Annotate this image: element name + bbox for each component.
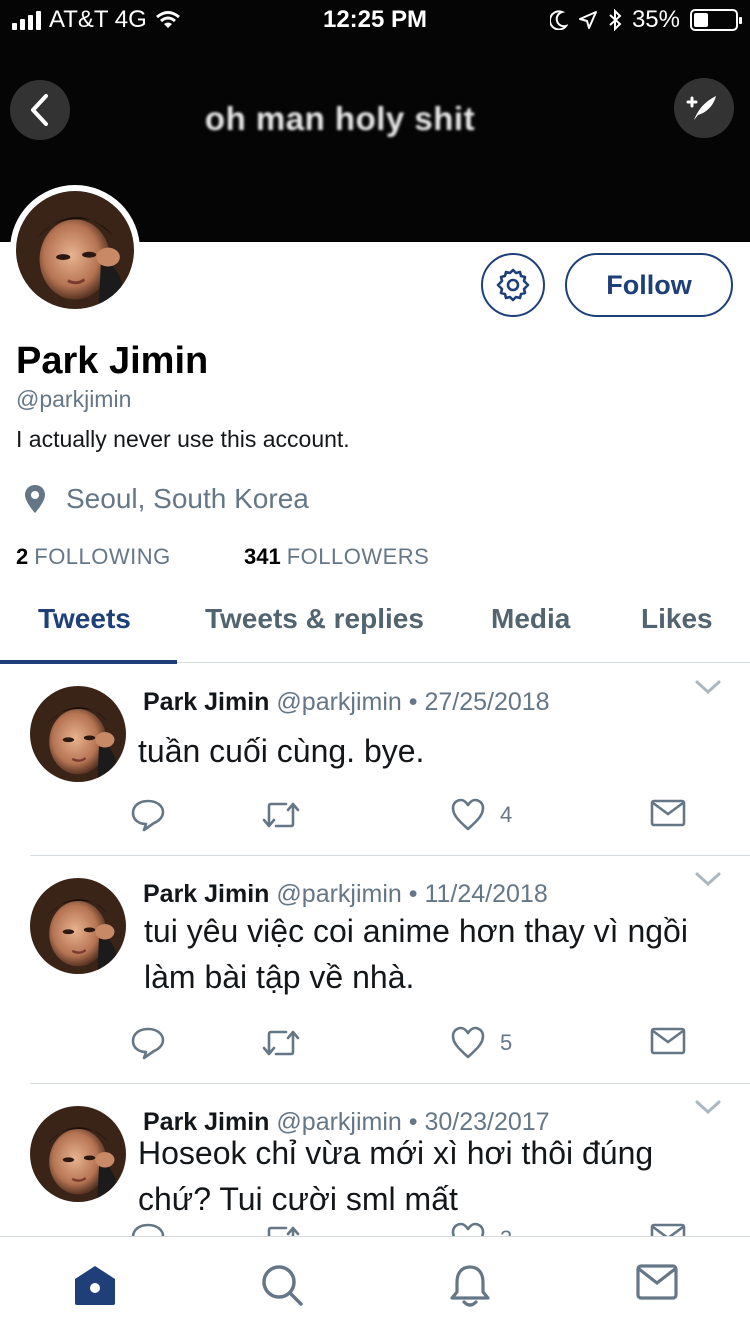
retweet-icon [262, 802, 300, 828]
battery-icon [690, 9, 742, 31]
follow-button[interactable]: Follow [565, 253, 733, 317]
like-button[interactable]: 3 [450, 1222, 512, 1236]
tweet-item[interactable]: Park Jimin @parkjimin • 27/25/2018 tuần … [0, 664, 750, 856]
envelope-icon [650, 1223, 686, 1236]
location-pin-icon [25, 485, 45, 513]
battery-percent: 35% [631, 6, 680, 33]
retweet-button[interactable] [260, 798, 302, 832]
tab-tweets[interactable]: Tweets [38, 603, 131, 635]
chevron-down-icon[interactable] [694, 870, 722, 888]
bottom-tab-bar [0, 1236, 750, 1334]
tweet-avatar[interactable] [30, 1106, 126, 1202]
retweet-icon [262, 1030, 300, 1056]
following-label: FOLLOWING [34, 544, 171, 569]
envelope-icon [650, 1027, 686, 1055]
messages-envelope-icon [636, 1264, 678, 1300]
nav-messages[interactable] [636, 1263, 678, 1306]
profile-bio: I actually never use this account. [16, 426, 350, 452]
profile-settings-button[interactable] [481, 253, 545, 317]
home-icon [75, 1266, 115, 1305]
following-count: 2 [16, 544, 29, 569]
profile-avatar[interactable] [10, 185, 140, 315]
notifications-bell-icon [450, 1265, 490, 1307]
heart-icon [451, 1026, 485, 1059]
avatar-photo [30, 1106, 126, 1202]
tweet-item[interactable]: Park Jimin @parkjimin • 11/24/2018 tui y… [0, 856, 750, 1084]
followers-count: 341 [244, 544, 281, 569]
profile-location: Seoul, South Korea [24, 483, 309, 515]
tweet-avatar[interactable] [30, 686, 126, 782]
tweet-text: tui yêu việc coi anime hơn thay vì ngồi … [144, 913, 688, 995]
tab-likes[interactable]: Likes [641, 603, 713, 635]
nav-notifications[interactable] [449, 1263, 491, 1314]
avatar-photo [16, 191, 134, 309]
tab-media[interactable]: Media [491, 603, 570, 635]
tweet-header: Park Jimin @parkjimin • 27/25/2018 [143, 688, 550, 717]
reply-icon [131, 1027, 165, 1060]
like-count: 5 [500, 1030, 513, 1055]
reply-button[interactable] [130, 1222, 166, 1236]
tweet-handle-date: @parkjimin • 11/24/2018 [276, 880, 548, 908]
nav-search[interactable] [260, 1263, 304, 1312]
like-count: 4 [500, 802, 513, 827]
direct-message-button[interactable] [650, 1222, 686, 1236]
profile-stats: 2 FOLLOWING 341 FOLLOWERS [16, 544, 429, 570]
tweet-item[interactable]: Park Jimin @parkjimin • 30/23/2017 Hoseo… [0, 1084, 750, 1236]
tweet-avatar[interactable] [30, 878, 126, 974]
direct-message-button[interactable] [650, 798, 686, 828]
gear-icon [496, 268, 530, 302]
banner-caption: oh man holy shit [204, 100, 476, 137]
following-stat[interactable]: 2 FOLLOWING [16, 544, 244, 570]
avatar-photo [30, 686, 126, 782]
like-button[interactable]: 5 [450, 1026, 512, 1060]
avatar-photo [30, 878, 126, 974]
direct-message-button[interactable] [650, 1026, 686, 1056]
location-text: Seoul, South Korea [66, 483, 309, 514]
retweet-button[interactable] [260, 1026, 302, 1060]
reply-button[interactable] [130, 798, 166, 832]
followers-stat[interactable]: 341 FOLLOWERS [244, 544, 429, 570]
profile-display-name: Park Jimin [16, 340, 209, 382]
sparkle-feather-icon [686, 96, 716, 120]
tweet-actions: 3 [130, 1222, 700, 1236]
tweet-handle-date: @parkjimin • 27/25/2018 [276, 688, 550, 716]
profile-handle: @parkjimin [16, 386, 132, 412]
tweet-author-name[interactable]: Park Jimin [143, 688, 269, 716]
compose-tweet-button[interactable] [674, 78, 734, 138]
tweet-text: tuần cuối cùng. bye. [138, 733, 425, 769]
tab-tweets-and-replies[interactable]: Tweets & replies [205, 603, 424, 635]
tweet-author-name[interactable]: Park Jimin [143, 880, 269, 908]
like-count: 3 [500, 1226, 512, 1236]
tweet-actions: 4 [130, 798, 700, 838]
location-arrow-icon [578, 11, 597, 29]
bluetooth-icon [609, 9, 622, 31]
tweet-header: Park Jimin @parkjimin • 11/24/2018 [143, 880, 548, 909]
reply-icon [131, 799, 165, 832]
moon-icon [549, 10, 568, 30]
reply-icon [131, 1223, 165, 1236]
nav-home[interactable] [72, 1263, 118, 1312]
status-bar: AT&T 4G 12:25 PM 35% [0, 0, 750, 40]
profile-tabs: Tweets Tweets & replies Media Likes [0, 585, 750, 664]
search-icon [262, 1265, 303, 1306]
retweet-icon [267, 1226, 300, 1236]
retweet-button[interactable] [260, 1222, 302, 1236]
followers-label: FOLLOWERS [286, 544, 430, 569]
envelope-icon [650, 799, 686, 827]
tweet-text: Hoseok chỉ vừa mới xì hơi thôi đúng chứ?… [138, 1135, 654, 1217]
chevron-left-icon [31, 94, 48, 126]
tweet-actions: 5 [130, 1026, 700, 1066]
chevron-down-icon[interactable] [694, 678, 722, 696]
like-button[interactable]: 4 [450, 798, 512, 832]
chevron-down-icon[interactable] [694, 1098, 722, 1116]
heart-icon [451, 1222, 485, 1236]
heart-icon [451, 798, 485, 831]
reply-button[interactable] [130, 1026, 166, 1060]
back-button[interactable] [10, 80, 70, 140]
